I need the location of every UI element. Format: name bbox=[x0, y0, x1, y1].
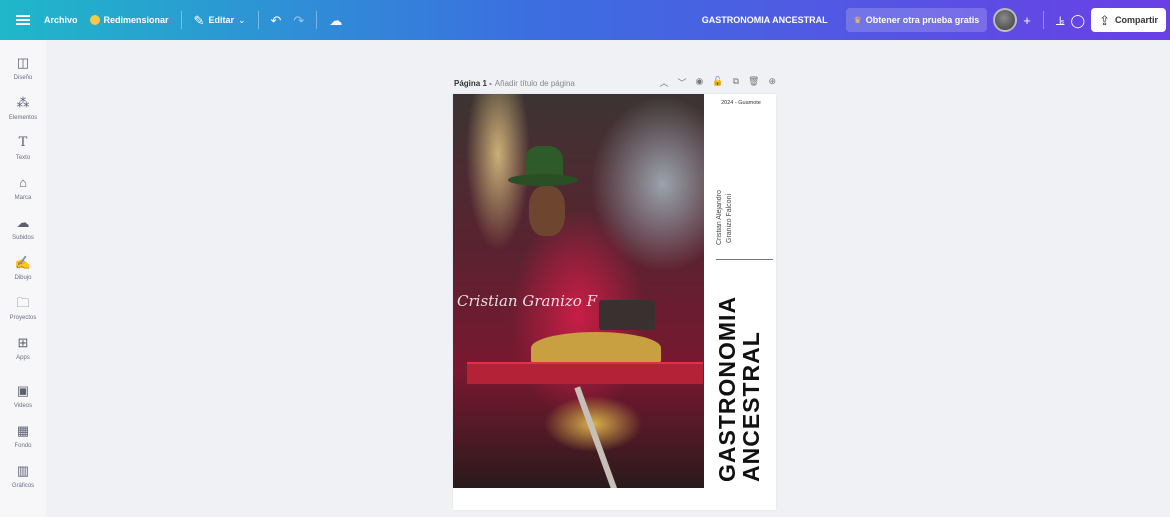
sidebar-item-label: Apps bbox=[16, 354, 30, 361]
sidebar-item-elements[interactable]: ⁂ Elementos bbox=[0, 88, 46, 128]
cover-photo[interactable]: Cristian Granizo F bbox=[453, 94, 704, 488]
page-header: Página 1 - Añadir título de página ︿ ﹀ ◉… bbox=[454, 76, 776, 90]
cover-title[interactable]: GASTRONOMIA ANCESTRAL bbox=[714, 276, 771, 482]
cloud-save-button[interactable]: ☁ bbox=[323, 6, 348, 34]
layout-icon: ◫ bbox=[16, 54, 30, 70]
sidebar-item-projects[interactable]: 🗀 Proyectos bbox=[0, 288, 46, 328]
crown-icon: ♛ bbox=[853, 14, 862, 25]
author-text[interactable]: Cristian Alejandro Granizo Falconi bbox=[715, 178, 755, 258]
hamburger-icon[interactable] bbox=[16, 13, 30, 28]
photo-signature: Cristian Granizo F bbox=[457, 292, 598, 310]
background-icon: ▦ bbox=[16, 422, 30, 438]
author-line-1: Cristian Alejandro bbox=[716, 190, 723, 246]
cloud-save-icon: ☁ bbox=[329, 12, 343, 28]
resize-label: Redimensionar bbox=[103, 15, 169, 25]
chevron-down-icon[interactable]: ﹀ bbox=[677, 76, 686, 89]
author-line-2: Granizo Falconi bbox=[726, 193, 733, 243]
sidebar-item-label: Videos bbox=[13, 402, 33, 409]
analytics-icon[interactable]: ⫡ bbox=[1056, 14, 1065, 27]
sidebar-item-label: Texto bbox=[15, 154, 31, 161]
title-line-1: GASTRONOMIA bbox=[714, 295, 740, 482]
redo-button[interactable]: ↷ bbox=[287, 6, 310, 34]
sidebar-item-design[interactable]: ◫ Diseño bbox=[0, 48, 46, 88]
sidebar-item-label: Fondo bbox=[14, 442, 32, 449]
toolbar-divider bbox=[1042, 11, 1044, 29]
lock-icon[interactable]: 🔓 bbox=[712, 76, 723, 89]
resize-button[interactable]: Redimensionar bbox=[84, 6, 175, 34]
document-title[interactable]: GASTRONOMIA ANCESTRAL bbox=[696, 6, 834, 34]
photo-grain bbox=[531, 332, 661, 364]
sidebar-item-charts[interactable]: ▥ Gráficos bbox=[0, 456, 46, 496]
elements-icon: ⁂ bbox=[16, 94, 30, 110]
photo-hat bbox=[508, 146, 578, 190]
page-actions: ︿ ﹀ ◉ 🔓 ⧉ 🗑 ⊕ bbox=[659, 76, 776, 89]
draw-icon: ✍ bbox=[14, 254, 32, 270]
photo-table-leg bbox=[574, 386, 618, 488]
page-title-input[interactable]: Añadir título de página bbox=[495, 79, 575, 88]
photo-tray bbox=[467, 362, 703, 384]
undo-icon: ↶ bbox=[270, 12, 282, 28]
left-sidebar: ◫ Diseño ⁂ Elementos T Texto ⌂ Marca ☁ S… bbox=[0, 40, 46, 517]
chart-icon: ▥ bbox=[16, 462, 30, 478]
upload-icon: ☁ bbox=[16, 214, 30, 230]
trash-icon[interactable]: 🗑 bbox=[748, 76, 759, 89]
trial-label: Obtener otra prueba gratis bbox=[865, 15, 980, 25]
chevron-up-icon[interactable]: ︿ bbox=[659, 76, 668, 89]
video-icon: ▣ bbox=[16, 382, 30, 398]
year-location-text[interactable]: 2024 - Guamote bbox=[711, 100, 771, 106]
folder-icon: 🗀 bbox=[16, 294, 30, 310]
photo-face bbox=[529, 186, 565, 236]
trial-button[interactable]: ♛ Obtener otra prueba gratis bbox=[845, 8, 988, 32]
file-menu-button[interactable]: Archivo bbox=[38, 6, 84, 34]
sidebar-item-apps[interactable]: ⊞ Apps bbox=[0, 328, 46, 368]
duplicate-icon[interactable]: ⧉ bbox=[733, 76, 739, 89]
undo-button[interactable]: ↶ bbox=[265, 6, 288, 34]
eye-icon[interactable]: ◉ bbox=[696, 76, 704, 89]
edit-label: Editar bbox=[208, 15, 234, 25]
sidebar-item-videos[interactable]: ▣ Videos bbox=[0, 376, 46, 416]
sidebar-item-uploads[interactable]: ☁ Subidos bbox=[0, 208, 46, 248]
apps-icon: ⊞ bbox=[17, 334, 29, 350]
title-line-2: ANCESTRAL bbox=[738, 331, 764, 482]
share-icon: ⇪ bbox=[1099, 12, 1110, 28]
toolbar-divider bbox=[316, 11, 318, 29]
page-label: Página 1 - bbox=[454, 78, 492, 88]
share-button[interactable]: ⇪ Compartir bbox=[1091, 8, 1166, 32]
sidebar-item-label: Dibujo bbox=[14, 274, 32, 281]
toolbar-divider bbox=[257, 11, 259, 29]
toolbar-right-group: GASTRONOMIA ANCESTRAL ♛ Obtener otra pru… bbox=[696, 6, 1170, 34]
brand-icon: ⌂ bbox=[19, 174, 27, 190]
sidebar-item-label: Proyectos bbox=[9, 314, 37, 321]
comment-icon[interactable]: ◯ bbox=[1071, 14, 1086, 27]
sidebar-item-label: Diseño bbox=[13, 74, 33, 81]
sidebar-item-label: Gráficos bbox=[11, 482, 35, 489]
edit-menu-button[interactable]: ✎ Editar ⌄ bbox=[188, 6, 252, 34]
sidebar-item-text[interactable]: T Texto bbox=[0, 128, 46, 168]
pencil-icon: ✎ bbox=[193, 12, 205, 28]
design-canvas-page[interactable]: Cristian Granizo F 2024 - Guamote Cristi… bbox=[453, 94, 776, 510]
sidebar-item-brand[interactable]: ⌂ Marca bbox=[0, 168, 46, 208]
toolbar-divider bbox=[180, 11, 182, 29]
file-menu-label: Archivo bbox=[44, 15, 78, 25]
redo-icon: ↷ bbox=[293, 12, 305, 28]
avatar[interactable] bbox=[993, 8, 1018, 32]
text-icon: T bbox=[18, 134, 28, 150]
sidebar-item-label: Subidos bbox=[12, 234, 34, 241]
chevron-down-icon: ⌄ bbox=[237, 14, 246, 25]
plus-icon[interactable]: + bbox=[1023, 14, 1031, 27]
add-page-icon[interactable]: ⊕ bbox=[768, 76, 776, 89]
sidebar-item-label: Elementos bbox=[8, 114, 38, 121]
photo-pot bbox=[599, 300, 655, 330]
sidebar-item-background[interactable]: ▦ Fondo bbox=[0, 416, 46, 456]
divider-line[interactable] bbox=[716, 259, 773, 260]
top-toolbar: Archivo Redimensionar ✎ Editar ⌄ ↶ ↷ ☁ G… bbox=[0, 0, 1170, 40]
crown-icon bbox=[89, 15, 100, 25]
sidebar-item-label: Marca bbox=[14, 194, 32, 201]
share-label: Compartir bbox=[1114, 15, 1158, 25]
sidebar-item-draw[interactable]: ✍ Dibujo bbox=[0, 248, 46, 288]
